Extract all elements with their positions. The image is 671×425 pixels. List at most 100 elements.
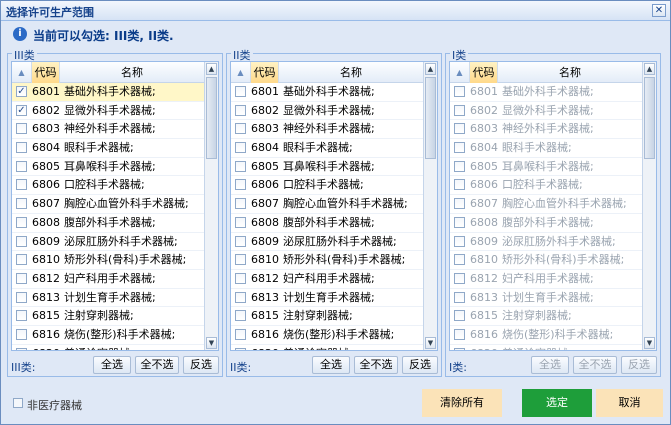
vertical-scrollbar[interactable]: ▲ ▼: [204, 62, 218, 350]
row-checkbox-cell[interactable]: [12, 345, 32, 350]
row-checkbox-cell[interactable]: [450, 176, 470, 194]
column-header-code[interactable]: 代码: [470, 62, 498, 83]
checkbox-icon[interactable]: [16, 254, 27, 266]
row-checkbox-cell[interactable]: [231, 251, 251, 269]
table-row[interactable]: 6806 口腔科手术器械;: [450, 176, 643, 196]
scroll-thumb[interactable]: [206, 77, 217, 159]
checkbox-icon[interactable]: [454, 142, 465, 154]
checkbox-icon[interactable]: [235, 179, 246, 191]
checkbox-icon[interactable]: [13, 398, 23, 408]
row-checkbox-cell[interactable]: [450, 326, 470, 344]
row-checkbox-cell[interactable]: [450, 214, 470, 232]
row-checkbox-cell[interactable]: [231, 345, 251, 350]
invert-selection-button[interactable]: 反选: [621, 356, 657, 374]
row-checkbox-cell[interactable]: [450, 158, 470, 176]
invert-selection-button[interactable]: 反选: [402, 356, 438, 374]
table-row[interactable]: 6806 口腔科手术器械;: [231, 176, 424, 196]
invert-selection-button[interactable]: 反选: [183, 356, 219, 374]
checkbox-icon[interactable]: [235, 216, 246, 228]
table-row[interactable]: 6808 腹部外科手术器械;: [450, 214, 643, 233]
checked-checkbox-icon[interactable]: ✓: [16, 86, 27, 97]
checkbox-icon[interactable]: [454, 216, 465, 228]
table-row[interactable]: 6804 眼科手术器械;: [231, 139, 424, 158]
checkbox-icon[interactable]: [16, 235, 27, 247]
table-row[interactable]: 6813 计划生育手术器械;: [231, 289, 424, 308]
checkbox-icon[interactable]: [16, 198, 27, 210]
table-row[interactable]: 6801 基础外科手术器械;: [450, 83, 643, 102]
row-checkbox-cell[interactable]: [12, 270, 32, 288]
table-row[interactable]: 6809 泌尿肛肠外科手术器械;: [450, 233, 643, 252]
scroll-thumb[interactable]: [644, 77, 655, 159]
row-checkbox-cell[interactable]: [12, 251, 32, 269]
checkbox-icon[interactable]: [16, 142, 27, 154]
column-header-name[interactable]: 名称: [498, 62, 643, 83]
checkbox-icon[interactable]: [235, 254, 246, 266]
select-all-button[interactable]: 全选: [531, 356, 569, 374]
row-checkbox-cell[interactable]: ✓: [12, 102, 32, 120]
row-checkbox-cell[interactable]: [12, 120, 32, 138]
table-row[interactable]: 6808 腹部外科手术器械;: [12, 214, 205, 233]
column-header-name[interactable]: 名称: [279, 62, 424, 83]
table-row[interactable]: 6803 神经外科手术器械;: [450, 120, 643, 140]
table-row[interactable]: 6815 注射穿刺器械;: [450, 307, 643, 326]
select-all-button[interactable]: 全选: [93, 356, 131, 374]
row-checkbox-cell[interactable]: [231, 307, 251, 325]
select-none-button[interactable]: 全不选: [354, 356, 398, 374]
checkbox-icon[interactable]: [16, 272, 27, 284]
table-row[interactable]: 6806 口腔科手术器械;: [12, 176, 205, 196]
table-row[interactable]: 6805 耳鼻喉科手术器械;: [231, 158, 424, 177]
table-row[interactable]: ✓ 6802 显微外科手术器械;: [12, 102, 205, 121]
table-row[interactable]: 6801 基础外科手术器械;: [231, 83, 424, 102]
select-all-header-icon[interactable]: ▲: [450, 62, 470, 83]
clear-all-button[interactable]: 清除所有: [422, 389, 502, 417]
row-checkbox-cell[interactable]: [450, 120, 470, 138]
checkbox-icon[interactable]: [235, 123, 246, 135]
row-checkbox-cell[interactable]: [450, 139, 470, 157]
checkbox-icon[interactable]: [16, 310, 27, 322]
row-checkbox-cell[interactable]: [450, 83, 470, 101]
table-row[interactable]: 6813 计划生育手术器械;: [12, 289, 205, 308]
table-row[interactable]: 6820 普通诊察器械;: [231, 345, 424, 350]
row-checkbox-cell[interactable]: [450, 195, 470, 213]
select-none-button[interactable]: 全不选: [135, 356, 179, 374]
close-button[interactable]: ✕: [652, 4, 666, 17]
table-row[interactable]: 6805 耳鼻喉科手术器械;: [12, 158, 205, 177]
checkbox-icon[interactable]: [454, 272, 465, 284]
row-checkbox-cell[interactable]: [231, 289, 251, 307]
checkbox-icon[interactable]: [235, 272, 246, 284]
row-checkbox-cell[interactable]: [450, 233, 470, 251]
row-checkbox-cell[interactable]: [450, 102, 470, 120]
vertical-scrollbar[interactable]: ▲ ▼: [642, 62, 656, 350]
select-none-button[interactable]: 全不选: [573, 356, 617, 374]
table-row[interactable]: 6810 矫形外科(骨科)手术器械;: [12, 251, 205, 270]
scroll-down-icon[interactable]: ▼: [206, 337, 217, 349]
checkbox-icon[interactable]: [454, 254, 465, 266]
checkbox-icon[interactable]: [454, 86, 465, 97]
scroll-down-icon[interactable]: ▼: [644, 337, 655, 349]
checkbox-icon[interactable]: [235, 235, 246, 247]
scroll-up-icon[interactable]: ▲: [206, 63, 217, 75]
row-checkbox-cell[interactable]: [450, 289, 470, 307]
checkbox-icon[interactable]: [235, 160, 246, 172]
checkbox-icon[interactable]: [454, 179, 465, 191]
checkbox-icon[interactable]: [454, 104, 465, 116]
checkbox-icon[interactable]: [235, 328, 246, 340]
scroll-up-icon[interactable]: ▲: [425, 63, 436, 75]
table-row[interactable]: 6809 泌尿肛肠外科手术器械;: [12, 233, 205, 252]
row-checkbox-cell[interactable]: [231, 158, 251, 176]
table-row[interactable]: 6807 胸腔心血管外科手术器械;: [231, 195, 424, 214]
vertical-scrollbar[interactable]: ▲ ▼: [423, 62, 437, 350]
row-checkbox-cell[interactable]: ✓: [12, 83, 32, 101]
checkbox-icon[interactable]: [16, 291, 27, 303]
table-row[interactable]: 6816 烧伤(整形)科手术器械;: [12, 326, 205, 345]
checkbox-icon[interactable]: [16, 347, 27, 350]
table-row[interactable]: 6810 矫形外科(骨科)手术器械;: [450, 251, 643, 270]
checkbox-icon[interactable]: [235, 291, 246, 303]
table-row[interactable]: 6807 胸腔心血管外科手术器械;: [450, 195, 643, 214]
row-checkbox-cell[interactable]: [231, 120, 251, 138]
row-checkbox-cell[interactable]: [12, 289, 32, 307]
table-row[interactable]: 6816 烧伤(整形)科手术器械;: [450, 326, 643, 345]
checkbox-icon[interactable]: [454, 198, 465, 210]
checkbox-icon[interactable]: [16, 328, 27, 340]
checkbox-icon[interactable]: [235, 347, 246, 350]
